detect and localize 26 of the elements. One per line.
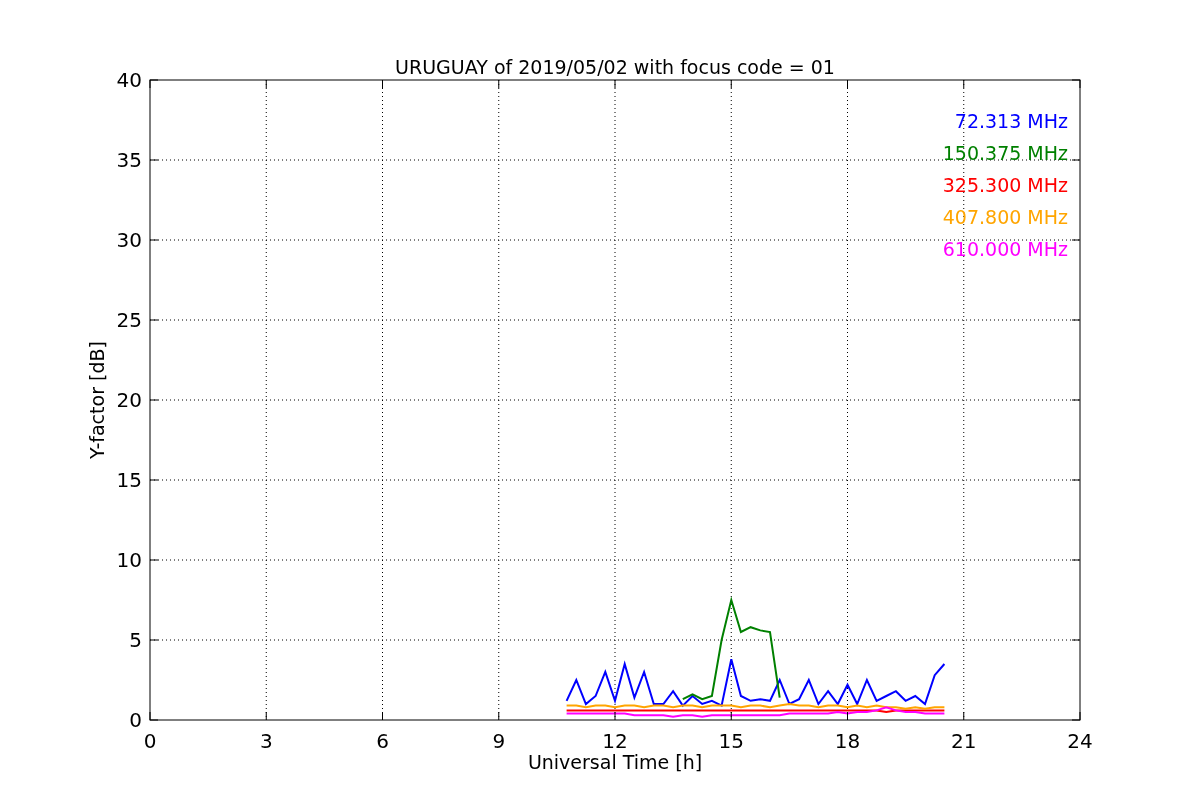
legend-label: 150.375 MHz	[942, 142, 1068, 164]
x-tick-label: 9	[492, 729, 506, 753]
x-tick-label: 0	[143, 729, 157, 753]
y-tick-label: 20	[116, 388, 142, 412]
y-axis-label: Y-factor [dB]	[86, 341, 108, 459]
y-tick-label: 35	[116, 148, 142, 172]
x-axis-label: Universal Time [h]	[527, 751, 703, 773]
y-tick-label: 10	[116, 548, 142, 572]
x-tick-label: 15	[718, 729, 744, 753]
legend-label: 407.800 MHz	[942, 206, 1068, 228]
x-tick-label: 18	[834, 729, 861, 753]
chart-title: URUGUAY of 2019/05/02 with focus code = 01	[395, 56, 835, 78]
y-tick-label: 30	[116, 228, 142, 252]
legend-label: 325.300 MHz	[942, 174, 1068, 196]
legend-label: 72.313 MHz	[954, 110, 1068, 132]
y-tick-label: 0	[129, 708, 142, 732]
x-tick-label: 21	[951, 729, 977, 753]
y-tick-label: 25	[116, 308, 142, 332]
x-tick-label: 24	[1067, 729, 1093, 753]
legend-label: 610.000 MHz	[942, 238, 1068, 260]
y-tick-label: 15	[116, 468, 142, 492]
x-tick-label: 6	[376, 729, 389, 753]
y-tick-label: 40	[116, 68, 142, 92]
y-tick-label: 5	[129, 628, 142, 652]
x-tick-label: 12	[602, 729, 628, 753]
x-tick-label: 3	[259, 729, 273, 753]
